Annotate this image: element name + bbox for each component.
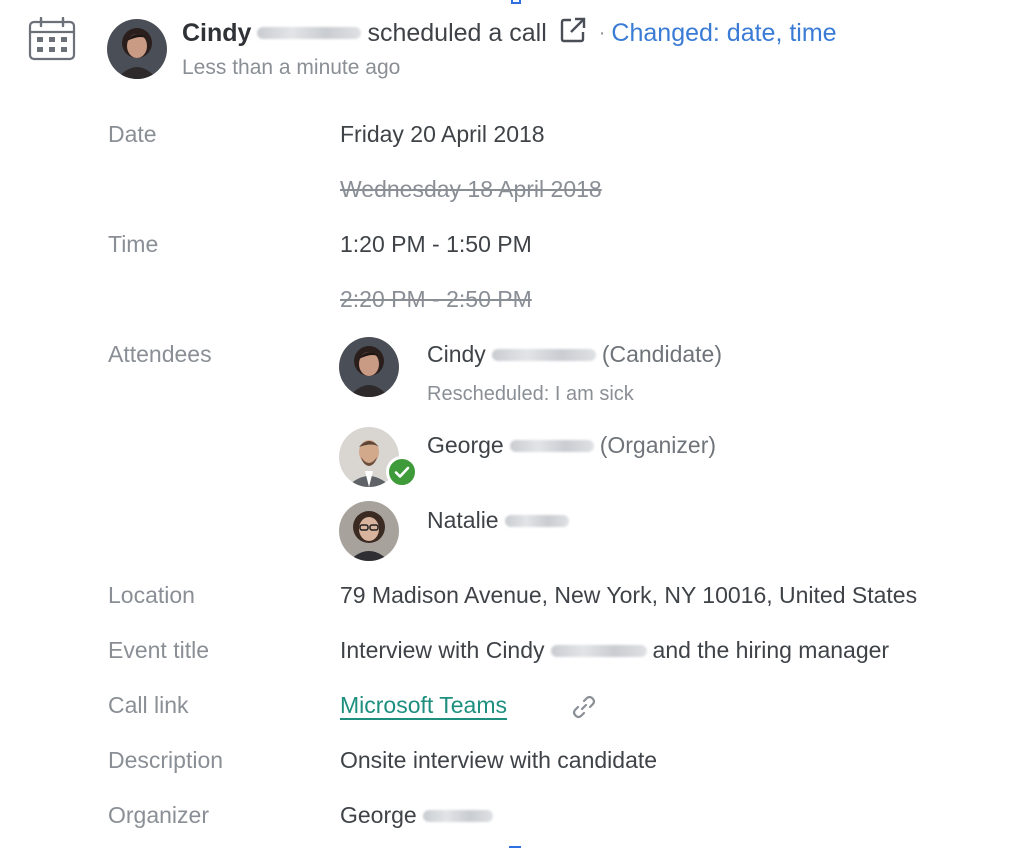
attendee-name-natalie[interactable]: Natalie xyxy=(427,507,575,534)
redacted-surname xyxy=(504,514,569,527)
attendee-role: (Organizer) xyxy=(599,432,717,458)
organizer-first-name: George xyxy=(340,802,417,828)
redacted-surname xyxy=(550,644,647,657)
attendee-avatar-natalie[interactable] xyxy=(339,501,399,561)
time-new-value: 1:20 PM - 1:50 PM xyxy=(340,231,532,257)
attendee-name-cindy[interactable]: Cindy (Candidate) xyxy=(427,341,722,368)
check-badge-icon xyxy=(386,456,418,488)
description-value: Onsite interview with candidate xyxy=(340,747,658,773)
attendee-avatar-cindy[interactable] xyxy=(339,337,399,397)
date-label: Date xyxy=(108,121,157,147)
attendee-note: Rescheduled: I am sick xyxy=(427,383,634,405)
attendee-name-george[interactable]: George (Organizer) xyxy=(427,432,716,459)
activity-object: call xyxy=(509,18,547,47)
changed-fields: Changed: date, time xyxy=(611,18,837,47)
call-link-value: Microsoft Teams xyxy=(340,692,507,719)
bottom-edge-mark xyxy=(509,846,521,848)
event-title-label: Event title xyxy=(108,637,209,663)
event-title-prefix: Interview with Cindy xyxy=(340,637,545,663)
location-value: 79 Madison Avenue, New York, NY 10016, U… xyxy=(340,582,918,608)
external-link-icon[interactable] xyxy=(559,16,587,51)
attendee-first-name: George xyxy=(427,432,504,458)
actor-name[interactable]: Cindy xyxy=(182,19,251,48)
date-new-value: Friday 20 April 2018 xyxy=(340,121,545,147)
separator: · xyxy=(598,21,606,44)
activity-timestamp: Less than a minute ago xyxy=(182,56,401,79)
attendee-first-name: Natalie xyxy=(427,507,499,533)
time-label: Time xyxy=(108,231,159,257)
redacted-surname xyxy=(257,27,362,39)
redacted-surname xyxy=(509,439,594,452)
time-old-value: 2:20 PM - 2:50 PM xyxy=(340,286,532,312)
call-link-label: Call link xyxy=(108,692,189,718)
calendar-icon xyxy=(28,16,76,61)
attendee-first-name: Cindy xyxy=(427,341,486,367)
description-label: Description xyxy=(108,747,224,773)
event-title-suffix: and the hiring manager xyxy=(652,637,890,663)
redacted-surname xyxy=(491,348,596,361)
link-icon[interactable] xyxy=(570,693,598,726)
activity-header: Cindy scheduled a call · Changed: date, … xyxy=(182,16,837,50)
microsoft-teams-link[interactable]: Microsoft Teams xyxy=(340,692,507,718)
activity-action: scheduled a xyxy=(367,18,503,47)
organizer-label: Organizer xyxy=(108,802,209,828)
attendee-role: (Candidate) xyxy=(601,341,722,367)
attendees-label: Attendees xyxy=(108,341,212,367)
location-label: Location xyxy=(108,582,195,608)
actor-avatar[interactable] xyxy=(107,19,167,79)
event-title-value: Interview with Cindy and the hiring mana… xyxy=(340,637,889,664)
top-edge-mark xyxy=(511,0,521,4)
redacted-surname xyxy=(422,809,493,822)
date-old-value: Wednesday 18 April 2018 xyxy=(340,176,602,202)
organizer-value: George xyxy=(340,802,499,829)
